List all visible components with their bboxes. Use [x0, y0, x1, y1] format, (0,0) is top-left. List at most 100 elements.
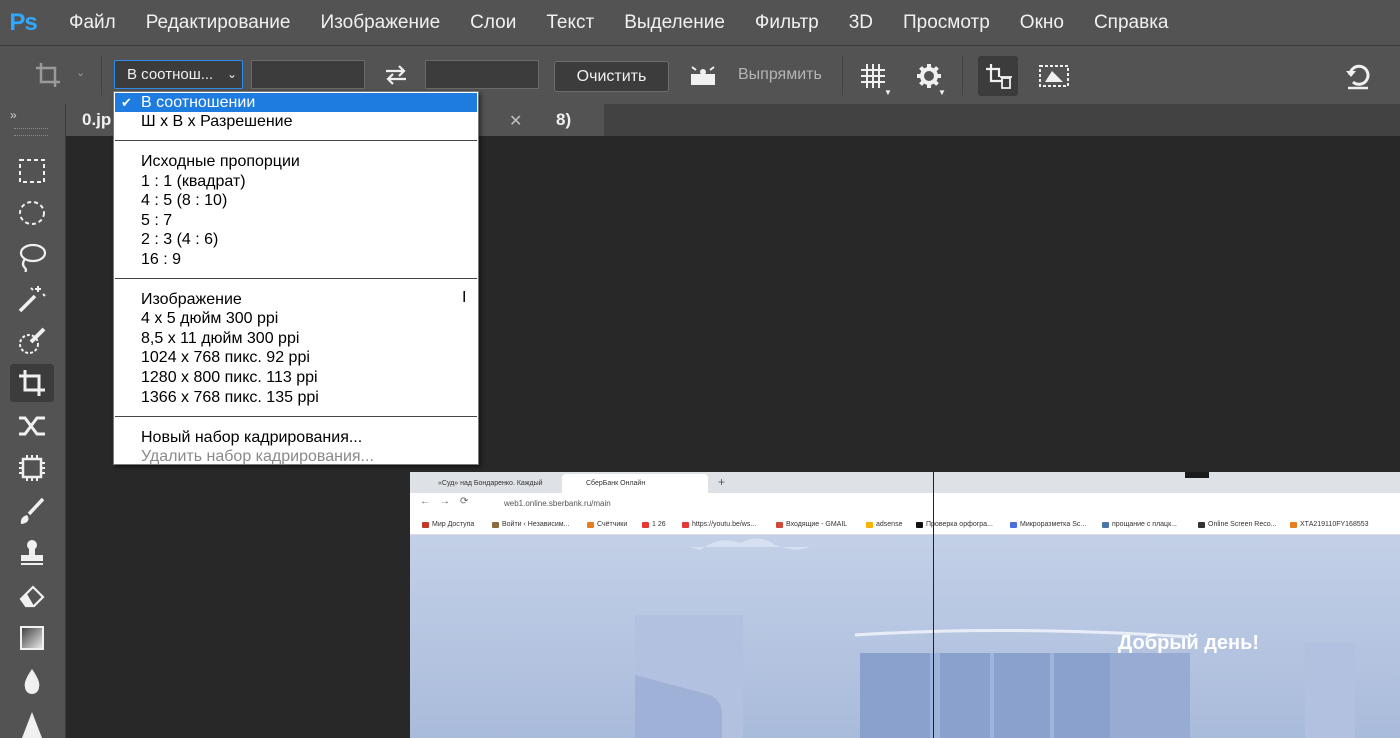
brush-tool[interactable]: [10, 492, 54, 530]
tools-panel: »: [0, 104, 66, 738]
canvas-image: «Суд» над Бондаренко. Каждый СберБанк Он…: [410, 472, 1400, 738]
ratio-dropdown-menu: ✔ В соотношении Ш x В x Разрешение Исход…: [113, 91, 479, 465]
image-bookmark: adsense: [866, 515, 902, 535]
rectangular-marquee-tool[interactable]: [10, 152, 54, 190]
ratio-option-4-5[interactable]: 4 : 5 (8 : 10): [115, 191, 477, 210]
lasso-tool[interactable]: [10, 238, 54, 276]
crop-preset-icon[interactable]: [28, 58, 68, 92]
ratio-select[interactable]: В соотнош... ⌄: [114, 60, 243, 89]
image-browser-tab: «Суд» над Бондаренко. Каждый: [414, 474, 560, 493]
text-cursor-icon: I: [462, 289, 467, 306]
clear-button[interactable]: Очистить: [554, 61, 669, 92]
ratio-option-image[interactable]: Изображение: [115, 290, 477, 309]
image-bookmark: прощание с плацк...: [1102, 515, 1177, 535]
ratio-option-4x5in[interactable]: 4 x 5 дюйм 300 ppi: [115, 309, 477, 328]
swap-icon[interactable]: [380, 60, 412, 90]
image-browser-tabs: «Суд» над Бондаренко. Каждый СберБанк Он…: [410, 472, 1400, 493]
divider: [101, 55, 102, 95]
new-crop-preset-option[interactable]: Новый набор кадрирования...: [115, 428, 477, 447]
menu-help[interactable]: Справка: [1079, 0, 1184, 45]
crop-tool[interactable]: [10, 364, 54, 402]
elliptical-marquee-tool[interactable]: [10, 194, 54, 232]
ratio-option-1366x768[interactable]: 1366 x 768 пикс. 135 ppi: [115, 388, 477, 407]
image-bookmark: Мир Доступа: [422, 515, 474, 535]
image-bookmark: Микроразметка Sc...: [1010, 515, 1086, 535]
menu-filter[interactable]: Фильтр: [740, 0, 834, 45]
caret-down-icon[interactable]: ▼: [884, 88, 892, 97]
ratio-option-16-9[interactable]: 16 : 9: [115, 250, 477, 269]
ratio-option-1-1[interactable]: 1 : 1 (квадрат): [115, 172, 477, 191]
menu-separator: [115, 278, 477, 279]
straighten-icon[interactable]: [686, 61, 720, 91]
image-bookmark: Online Screen Reco...: [1198, 515, 1276, 535]
ratio-option-whr[interactable]: Ш x В x Разрешение: [115, 112, 477, 131]
menu-image[interactable]: Изображение: [305, 0, 455, 45]
menu-separator: [115, 140, 477, 141]
menu-file[interactable]: Файл: [54, 0, 131, 45]
image-browser-tab-active: СберБанк Онлайн: [562, 474, 708, 493]
image-bookmark: Входящие - GMAIL: [776, 515, 847, 535]
blur-tool[interactable]: [10, 662, 54, 700]
chevron-down-icon[interactable]: ⌄: [76, 66, 85, 79]
clone-stamp-tool[interactable]: [10, 534, 54, 572]
eraser-tool[interactable]: [10, 576, 54, 614]
menu-window[interactable]: Окно: [1005, 0, 1079, 45]
document-tab-title: 0.jp: [82, 110, 112, 129]
magic-wand-tool[interactable]: [10, 280, 54, 318]
image-bookmarks-bar: Мир Доступа Войти ‹ Независим... Счётчик…: [410, 515, 1400, 535]
ratio-select-value: В соотнош...: [127, 66, 214, 83]
chevron-down-icon: ⌄: [226, 67, 237, 81]
reset-icon[interactable]: [1340, 60, 1376, 92]
ratio-option-1280x800[interactable]: 1280 x 800 пикс. 113 ppi: [115, 368, 477, 387]
menu-edit[interactable]: Редактирование: [131, 0, 306, 45]
image-bookmark: Проверка орфогра...: [916, 515, 993, 535]
close-tab-icon[interactable]: ✕: [509, 111, 522, 131]
image-bookmark: 1 26: [642, 515, 666, 535]
menu-bar: Ps Файл Редактирование Изображение Слои …: [0, 0, 1400, 45]
ratio-option-8-5x11in[interactable]: 8,5 x 11 дюйм 300 ppi: [115, 329, 477, 348]
crop-guide-line[interactable]: [933, 472, 934, 738]
image-hero-banner: Добрый день!: [410, 535, 1400, 738]
ratio-option-1024x768[interactable]: 1024 x 768 пикс. 92 ppi: [115, 348, 477, 367]
height-input[interactable]: [425, 60, 539, 89]
expand-panel-icon[interactable]: »: [10, 108, 17, 122]
image-bookmark: ХТА219110FY168553: [1290, 515, 1369, 535]
menu-3d[interactable]: 3D: [834, 0, 888, 45]
ratio-option-5-7[interactable]: 5 : 7: [115, 211, 477, 230]
delete-crop-preset-option: Удалить набор кадрирования...: [141, 448, 374, 465]
image-tab-title: СберБанк Онлайн: [586, 480, 646, 487]
image-bookmark: Войти ‹ Независим...: [492, 515, 569, 535]
image-tab-title: «Суд» над Бондаренко. Каждый: [438, 480, 543, 487]
menu-separator: [115, 416, 477, 417]
quick-selection-tool[interactable]: [10, 322, 54, 360]
new-tab-icon: +: [718, 475, 726, 489]
frame-tool[interactable]: [10, 449, 54, 487]
image-bookmark: https://youtu.be/ws...: [682, 515, 756, 535]
caret-down-icon[interactable]: ▼: [938, 88, 946, 97]
image-bookmark: Счётчики: [587, 515, 627, 535]
divider: [962, 55, 963, 95]
ratio-option-ratio[interactable]: ✔ В соотношении: [115, 93, 477, 112]
menu-layers[interactable]: Слои: [455, 0, 531, 45]
checkmark-icon: ✔: [121, 95, 132, 110]
document-tab-title: 8): [556, 110, 572, 129]
menu-type[interactable]: Текст: [531, 0, 609, 45]
content-aware-move-tool[interactable]: [10, 407, 54, 445]
photoshop-logo: Ps: [4, 3, 42, 42]
delete-cropped-pixels-icon[interactable]: [978, 56, 1018, 96]
ratio-option-2-3[interactable]: 2 : 3 (4 : 6): [115, 230, 477, 249]
gradient-tool[interactable]: [10, 619, 54, 657]
content-aware-icon[interactable]: [1034, 60, 1074, 92]
image-nav-icons: ←→⟳: [420, 496, 479, 507]
straighten-label[interactable]: Выпрямить: [738, 66, 822, 84]
menu-view[interactable]: Просмотр: [888, 0, 1005, 45]
width-input[interactable]: [251, 60, 365, 89]
ratio-option-original[interactable]: Исходные пропорции: [115, 152, 477, 171]
menu-select[interactable]: Выделение: [609, 0, 740, 45]
divider: [842, 55, 843, 95]
sharpen-tool[interactable]: [10, 704, 54, 738]
panel-grip[interactable]: [14, 128, 48, 136]
document-tab-active[interactable]: 8): [540, 104, 604, 136]
crop-handle[interactable]: [1185, 472, 1209, 478]
image-url: web1.online.sberbank.ru/main: [504, 499, 611, 508]
